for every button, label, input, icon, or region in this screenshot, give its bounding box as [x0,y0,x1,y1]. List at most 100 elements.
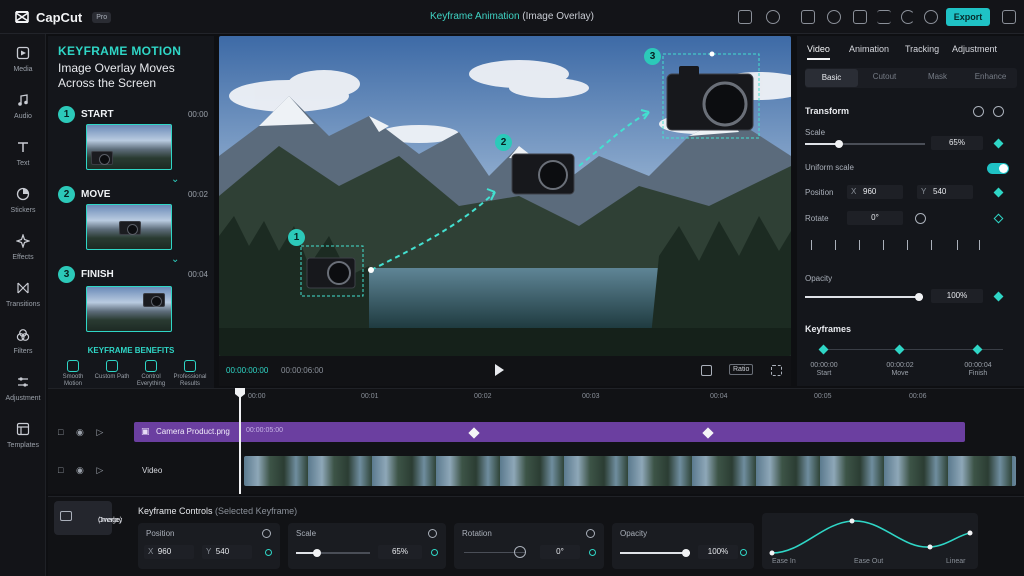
reset-icon[interactable] [262,529,271,538]
opacity-slider[interactable] [620,549,690,557]
position-x-field[interactable]: X 960 [144,545,194,559]
keyframe-diamond-icon[interactable] [894,344,905,355]
step-thumbnail[interactable] [86,204,172,250]
position-x-field[interactable]: X 960 [847,185,903,199]
distribute-h-icon[interactable] [957,240,967,250]
ruler-tick: 00:00 [248,393,266,400]
keyframe-diamond-icon[interactable] [993,187,1004,198]
fullscreen-icon[interactable] [771,365,782,376]
align-top-icon[interactable] [883,240,893,250]
slider-knob[interactable] [312,549,321,557]
subtab-enhance[interactable]: Enhance [964,72,1017,81]
keyframe-toggle-icon[interactable] [431,549,438,556]
sidebar-item-effects[interactable]: Effects [0,232,46,272]
rotate-field[interactable]: 0° [847,211,903,225]
tab-video[interactable]: Video [807,44,830,60]
sidebar-item-audio[interactable]: Audio [0,91,46,131]
visibility-icon[interactable]: ◉ [76,427,84,437]
distribute-v-icon[interactable] [979,240,989,250]
layout-icon[interactable] [801,10,815,24]
opacity-value[interactable]: 100% [931,289,983,303]
tab-animation[interactable]: Animation [849,44,889,54]
record-icon[interactable] [766,10,780,24]
sidebar-item-media[interactable]: Media [0,44,46,84]
keyframe-diamond-icon[interactable] [972,344,983,355]
ruler-tick: 00:05 [814,393,832,400]
video-clip[interactable] [244,456,1016,486]
scale-value[interactable]: 65% [931,136,983,150]
align-left-icon[interactable] [811,240,821,250]
align-right-icon[interactable] [859,240,869,250]
subtitle-icon[interactable] [701,365,712,376]
app-logo[interactable]: CapCut Pro [14,9,112,25]
keyboard-icon[interactable] [853,10,867,24]
opacity-slider[interactable] [805,293,923,301]
marker-1: 1 [288,229,305,246]
sidebar-item-stickers[interactable]: Stickers [0,185,46,225]
mute-icon[interactable]: ▷ [96,427,103,437]
subtab-basic[interactable]: Basic [805,69,858,87]
lock-icon[interactable]: □ [58,427,63,437]
slider-knob[interactable] [682,549,690,557]
sidebar-item-templates[interactable]: Templates [0,420,46,460]
keyframe-diamond-icon[interactable] [818,344,829,355]
scale-value[interactable]: 65% [378,545,422,559]
lock-icon[interactable]: □ [58,465,63,475]
overlay-clip[interactable]: ▣ Camera Product.png 00:00:05:00 [134,422,965,442]
keyframe-diamond-icon[interactable] [993,138,1004,149]
upload-icon[interactable] [827,10,841,24]
title-sub: (Selected Keyframe) [215,506,298,516]
scale-slider[interactable] [296,549,370,557]
sidebar-item-filters[interactable]: Filters [0,326,46,366]
reset-icon[interactable] [586,529,595,538]
sidebar-item-transitions[interactable]: Transitions [0,279,46,319]
keyframe-diamond-icon[interactable] [993,291,1004,302]
step-thumbnail[interactable] [86,124,172,170]
image-icon[interactable] [738,10,752,24]
keyframe-toggle-icon[interactable] [740,549,747,556]
refresh-icon[interactable] [993,106,1004,117]
keyframe-outline-icon[interactable] [993,213,1004,224]
subtab-cutout[interactable]: Cutout [858,72,911,81]
opacity-value[interactable]: 100% [698,545,738,559]
help-icon[interactable] [924,10,938,24]
playhead[interactable] [239,390,241,494]
sidebar-item-adjustment[interactable]: Adjustment [0,373,46,413]
settings-sliders-icon[interactable] [877,10,891,24]
align-middle-icon[interactable] [907,240,917,250]
sidebar-item-text[interactable]: Text [0,138,46,178]
ratio-button[interactable]: Ratio [729,364,754,375]
tab-tracking[interactable]: Tracking [905,44,939,54]
uniform-scale-toggle[interactable] [987,163,1009,174]
position-label: Position [805,188,834,197]
undo-icon[interactable] [901,10,915,24]
keyframe-toggle-icon[interactable] [589,549,596,556]
slider-knob[interactable] [834,140,843,148]
reset-icon[interactable] [973,106,984,117]
keyframe-toggle-icon[interactable] [265,549,272,556]
audio-icon[interactable]: ▷ [96,465,103,475]
align-bottom-icon[interactable] [931,240,941,250]
play-button[interactable] [495,364,504,376]
scale-slider[interactable] [805,140,925,148]
slider-fill [805,143,839,145]
rotation-value[interactable]: 0° [540,545,580,559]
rotate-icon[interactable] [915,213,926,224]
foreground [219,328,791,356]
rotation-dial-icon[interactable] [514,546,526,558]
video-preview[interactable]: 1 2 3 [219,36,791,356]
media-icon [16,46,30,60]
slider-knob[interactable] [915,293,923,301]
tab-adjustment[interactable]: Adjustment [952,44,997,54]
easing-curve-card[interactable]: Ease In Ease Out Linear [762,513,978,569]
subtab-mask[interactable]: Mask [911,72,964,81]
align-center-icon[interactable] [835,240,845,250]
step-thumbnail[interactable] [86,286,172,332]
visibility-icon[interactable]: ◉ [76,465,84,475]
position-y-field[interactable]: Y 540 [917,185,973,199]
share-icon[interactable] [1002,10,1016,24]
export-button[interactable]: Export [946,8,990,26]
overlay-chip[interactable]: Overlay (Image) [54,501,122,535]
reset-icon[interactable] [428,529,437,538]
position-y-field[interactable]: Y 540 [202,545,252,559]
